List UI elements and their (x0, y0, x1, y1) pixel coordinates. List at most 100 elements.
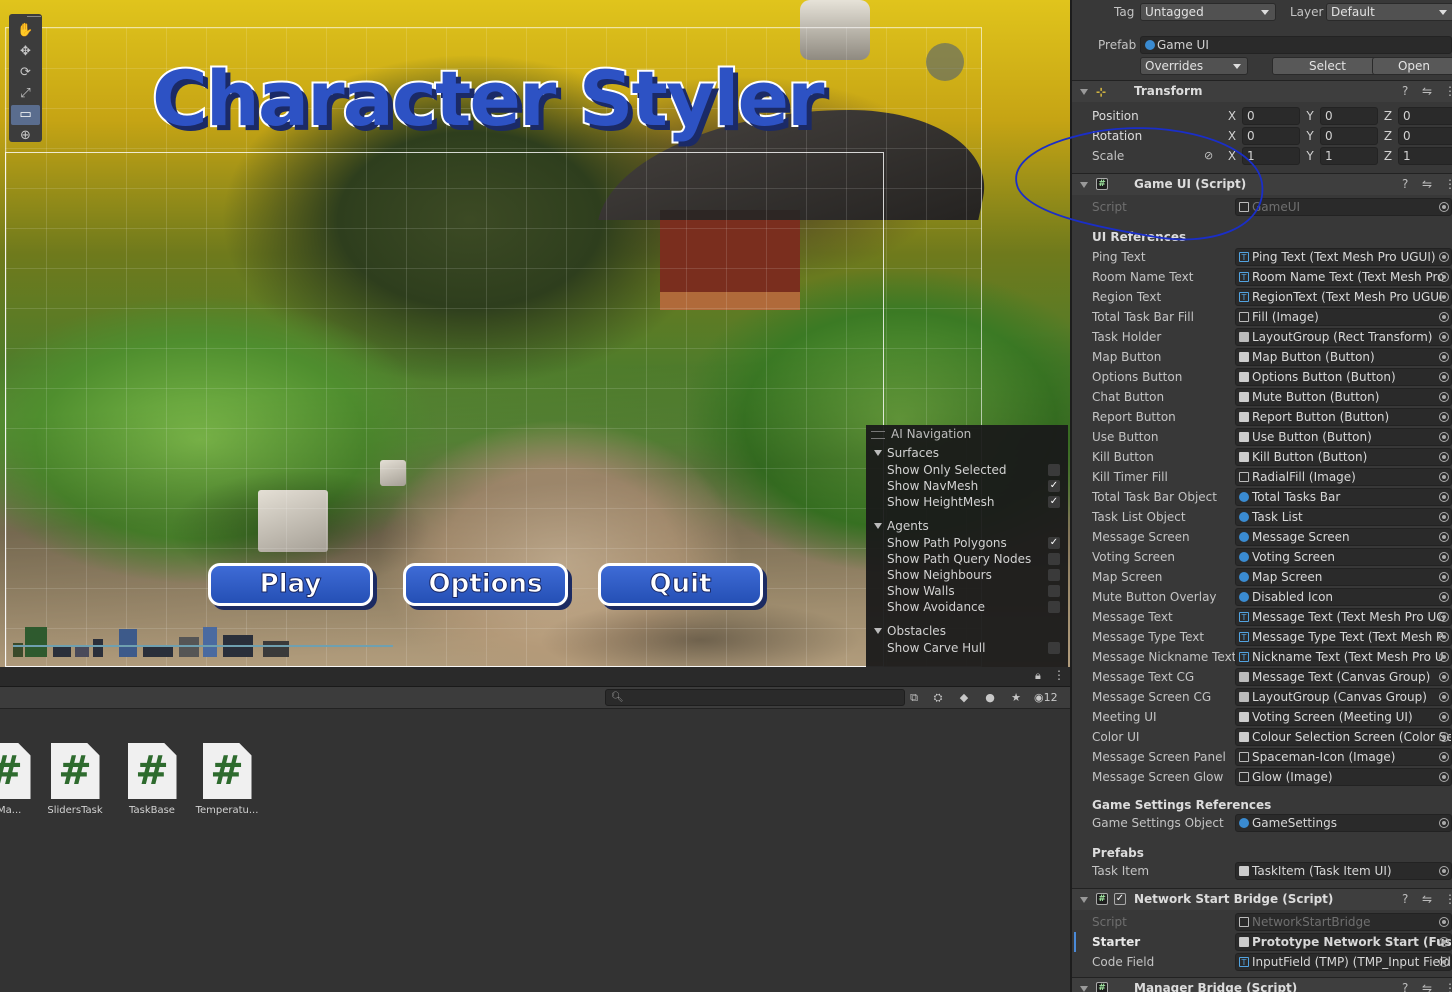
object-picker-icon[interactable] (1439, 352, 1449, 362)
nav-option[interactable]: Show Carve Hull (866, 640, 1068, 656)
checkbox[interactable] (1048, 642, 1060, 654)
object-field[interactable]: T Message Text (Text Mesh Pro UG (1235, 608, 1452, 626)
object-picker-icon[interactable] (1439, 332, 1449, 342)
x-label[interactable]: X (1226, 127, 1238, 145)
object-picker-icon[interactable] (1439, 652, 1449, 662)
z-label[interactable]: Z (1382, 127, 1394, 145)
nav-option[interactable]: Show Path Query Nodes (866, 551, 1068, 567)
object-field[interactable]: T Ping Text (Text Mesh Pro UGUI) (1235, 248, 1452, 266)
tag-dropdown[interactable]: Untagged (1140, 3, 1276, 21)
z-label[interactable]: Z (1382, 107, 1394, 125)
object-picker-icon[interactable] (1439, 432, 1449, 442)
constrain-proportions-icon[interactable]: ⊘ (1204, 147, 1213, 165)
select-button[interactable]: Select (1272, 57, 1383, 75)
object-picker-icon[interactable] (1439, 532, 1449, 542)
object-picker-icon[interactable] (1439, 632, 1449, 642)
object-field[interactable]: Task List (1235, 508, 1452, 526)
object-field[interactable]: LayoutGroup (Rect Transform) (1235, 328, 1452, 346)
context-menu-icon[interactable]: ⋮ (1444, 174, 1452, 194)
object-field[interactable]: RadialFill (Image) (1235, 468, 1452, 486)
object-field[interactable]: Disabled Icon (1235, 588, 1452, 606)
overrides-dropdown[interactable]: Overrides (1140, 57, 1248, 75)
object-field[interactable]: Report Button (Button) (1235, 408, 1452, 426)
object-picker-icon[interactable] (1439, 272, 1449, 282)
nav-option[interactable]: Show Avoidance (866, 599, 1068, 615)
help-icon[interactable]: ? (1402, 81, 1408, 101)
search-input[interactable]: 🔍︎ (605, 689, 905, 706)
rotate-tool-icon[interactable]: ⟳ (11, 63, 40, 83)
presets-icon[interactable]: ⇋ (1422, 81, 1432, 101)
object-picker-icon[interactable] (1439, 818, 1449, 828)
scale-tool-icon[interactable]: ⤢ (11, 84, 40, 104)
obstacles-section[interactable]: Obstacles (866, 622, 1068, 640)
context-menu-icon[interactable]: ⋮ (1444, 889, 1452, 909)
object-picker-icon[interactable] (1439, 732, 1449, 742)
position-y-field[interactable]: 0 (1320, 107, 1378, 125)
overlay-handle[interactable] (27, 16, 41, 17)
help-icon[interactable]: ? (1402, 889, 1408, 909)
y-label[interactable]: Y (1304, 127, 1316, 145)
open-button[interactable]: Open (1372, 57, 1452, 75)
object-picker-icon[interactable] (1439, 412, 1449, 422)
nav-option[interactable]: Show Only Selected (866, 462, 1068, 478)
prefab-field[interactable]: Game UI (1140, 36, 1452, 54)
object-picker-icon[interactable] (1439, 712, 1449, 722)
object-picker-icon[interactable] (1439, 572, 1449, 582)
filter-by-type-icon[interactable]: ⛭ (929, 689, 947, 706)
object-field[interactable]: Message Screen (1235, 528, 1452, 546)
script-asset[interactable]: # SlidersTask (39, 743, 111, 816)
object-picker-icon[interactable] (1439, 372, 1449, 382)
object-picker-icon[interactable] (1439, 472, 1449, 482)
rotation-label[interactable]: Rotation (1092, 127, 1142, 145)
object-field[interactable]: GameSettings (1235, 814, 1452, 832)
script-asset[interactable]: # TaskBase (116, 743, 188, 816)
object-picker-icon[interactable] (1439, 452, 1449, 462)
object-field[interactable]: Fill (Image) (1235, 308, 1452, 326)
object-field[interactable]: Message Text (Canvas Group) (1235, 668, 1452, 686)
nav-option[interactable]: Show Path Polygons ✓ (866, 535, 1068, 551)
scale-z-field[interactable]: 1 (1398, 147, 1452, 165)
z-label[interactable]: Z (1382, 147, 1394, 165)
manager-bridge-header[interactable]: # Manager Bridge (Script) ? ⇋ ⋮ (1072, 977, 1452, 992)
script-asset[interactable]: # Temperatu... (191, 743, 263, 816)
object-field[interactable]: Glow (Image) (1235, 768, 1452, 786)
object-field[interactable]: T RegionText (Text Mesh Pro UGUI (1235, 288, 1452, 306)
object-field[interactable]: Voting Screen (Meeting UI) (1235, 708, 1452, 726)
object-field[interactable]: Mute Button (Button) (1235, 388, 1452, 406)
layer-dropdown[interactable]: Default (1326, 3, 1452, 21)
starter-field[interactable]: Prototype Network Start (Fusion (1235, 933, 1452, 951)
y-label[interactable]: Y (1304, 147, 1316, 165)
object-field[interactable]: Total Tasks Bar (1235, 488, 1452, 506)
transform-tool-icon[interactable]: ⊕ (11, 126, 40, 146)
object-picker-icon[interactable] (1439, 937, 1449, 947)
object-picker-icon[interactable] (1439, 752, 1449, 762)
context-menu-icon[interactable]: ⋮ (1444, 978, 1452, 992)
object-picker-icon[interactable] (1439, 392, 1449, 402)
play-button[interactable]: Play (208, 563, 373, 606)
nav-option[interactable]: Show NavMesh ✓ (866, 478, 1068, 494)
scale-x-field[interactable]: 1 (1242, 147, 1300, 165)
object-picker-icon[interactable] (1439, 312, 1449, 322)
object-picker-icon[interactable] (1439, 612, 1449, 622)
checkbox[interactable] (1048, 569, 1060, 581)
ai-navigation-header[interactable]: AI Navigation (866, 425, 1068, 443)
move-tool-icon[interactable]: ✥ (11, 42, 40, 62)
context-menu-icon[interactable]: ⋮ (1444, 81, 1452, 101)
checkbox[interactable] (1048, 585, 1060, 597)
object-picker-icon[interactable] (1439, 866, 1449, 876)
object-picker-icon[interactable] (1439, 252, 1449, 262)
agents-section[interactable]: Agents (866, 517, 1068, 535)
object-field[interactable]: T Message Type Text (Text Mesh P (1235, 628, 1452, 646)
x-label[interactable]: X (1226, 107, 1238, 125)
scale-y-field[interactable]: 1 (1320, 147, 1378, 165)
rotation-x-field[interactable]: 0 (1242, 127, 1300, 145)
checkbox[interactable] (1048, 464, 1060, 476)
network-start-bridge-header[interactable]: # ✓ Network Start Bridge (Script) ? ⇋ ⋮ (1072, 888, 1452, 910)
transform-header[interactable]: ⊹ Transform ? ⇋ ⋮ (1072, 80, 1452, 102)
object-field[interactable]: Colour Selection Screen (Color Se (1235, 728, 1452, 746)
object-picker-icon[interactable] (1439, 772, 1449, 782)
object-picker-icon[interactable] (1439, 672, 1449, 682)
object-picker-icon[interactable] (1439, 592, 1449, 602)
filter-by-label-icon[interactable]: ◆ (955, 689, 973, 706)
position-label[interactable]: Position (1092, 107, 1139, 125)
